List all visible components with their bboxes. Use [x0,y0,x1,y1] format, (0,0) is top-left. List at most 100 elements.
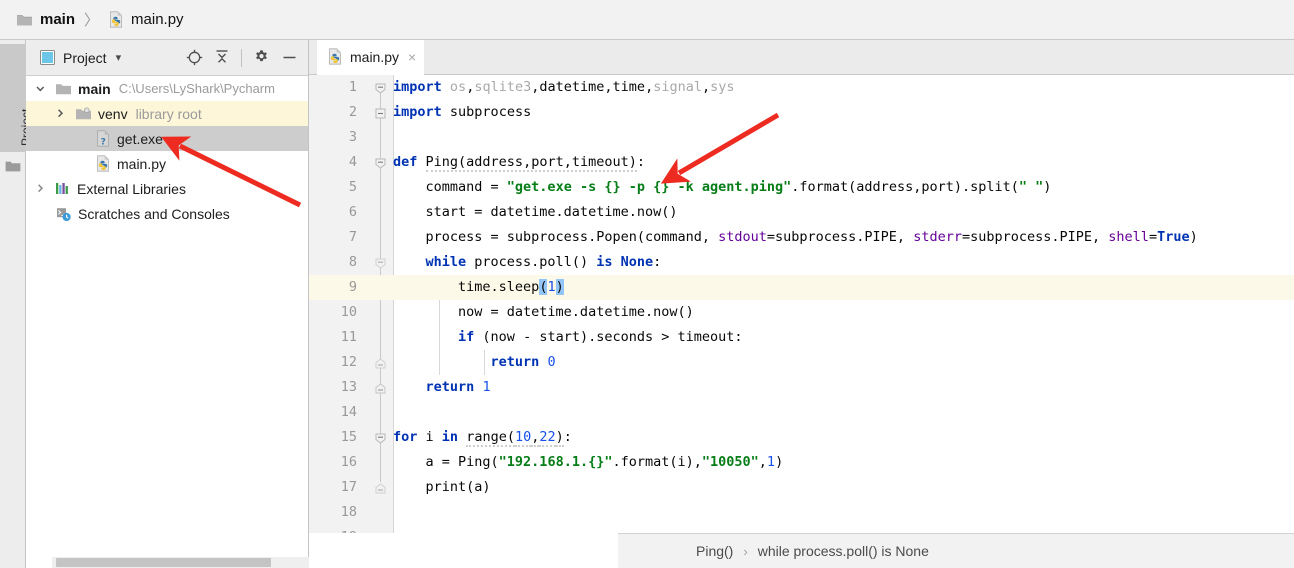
breadcrumb-item-project[interactable]: main [16,11,75,28]
line-text: return 1 [425,379,491,395]
line-number: 15 [340,429,357,445]
code-line[interactable]: 11 if (now - start).seconds > timeout: [309,325,1294,350]
code-line[interactable]: 15 for i in range(10,22): [309,425,1294,450]
code-line[interactable]: 8 while process.poll() is None: [309,250,1294,275]
line-number: 5 [348,179,357,195]
tree-item-label-main: main [78,80,111,97]
code-line[interactable]: 4 def Ping(address,port,timeout): [309,150,1294,175]
tree-item-get-exe[interactable]: ? get.exe [26,126,308,151]
tree-item-venv[interactable]: venv library root [26,101,308,126]
line-text: now = datetime.datetime.now() [393,304,694,320]
tree-item-label-external-libraries: External Libraries [77,180,186,197]
line-text: return 0 [490,354,556,370]
tree-item-main-py[interactable]: main.py [26,151,308,176]
locate-target-icon[interactable] [186,49,203,67]
gear-icon[interactable] [253,49,270,67]
tree-item-suffix-venv: library root [135,105,202,122]
python-file-icon [108,11,124,28]
code-line[interactable]: 6 start = datetime.datetime.now() [309,200,1294,225]
code-line[interactable]: 17 print(a) [309,475,1294,500]
code-line-caret[interactable]: 9 time.sleep(1) [309,275,1294,300]
tool-window-button-project[interactable]: 1:Project [0,44,121,152]
top-breadcrumb-bar: main 〉 main.py [0,0,1294,40]
folder-icon [55,82,72,96]
line-text: print(a) [393,479,491,495]
line-number: 1 [348,79,357,95]
line-text: start = datetime.datetime.now() [393,204,678,220]
chevron-down-icon[interactable]: ▾ [116,51,122,64]
line-number: 8 [348,254,357,270]
code-line[interactable]: 3 [309,125,1294,150]
project-view-icon [40,50,55,65]
close-icon[interactable]: × [408,50,416,64]
editor-tab-main-py[interactable]: main.py × [317,40,425,75]
editor-structure-breadcrumb: Ping() › while process.poll() is None [618,533,1294,568]
scratches-icon [55,206,72,222]
tree-item-label-main-py: main.py [117,155,167,172]
line-number: 6 [348,204,357,220]
code-line[interactable]: 16 a = Ping("192.168.1.{}".format(i),"10… [309,450,1294,475]
line-number: 4 [348,154,357,170]
project-panel-title: Project [63,49,107,66]
code-line[interactable]: 1 import os,sqlite3,datetime,time,signal… [309,75,1294,100]
line-number: 10 [340,304,357,320]
line-text: command = "get.exe -s {} -p {} -k agent.… [393,179,1052,195]
line-text: if (now - start).seconds > timeout: [458,329,743,345]
line-number: 16 [340,454,357,470]
line-number: 19 [309,525,357,533]
breadcrumb-label-mainpy: main.py [131,11,184,28]
breadcrumb-label-main: main [40,11,76,28]
code-line[interactable]: 18 [309,500,1294,525]
tree-item-label-venv: venv [98,105,128,122]
breadcrumb-ping-function[interactable]: Ping() [696,543,733,559]
breadcrumb-while-block[interactable]: while process.poll() is None [758,543,929,559]
line-number: 7 [348,229,357,245]
chevron-right-icon[interactable] [34,182,47,195]
line-text: process = subprocess.Popen(command, stdo… [393,229,1198,245]
tree-item-main[interactable]: main C:\Users\LyShark\Pycharm [26,76,308,101]
line-number: 9 [348,279,357,295]
code-line[interactable]: 12 return 0 [309,350,1294,375]
folder-icon[interactable] [5,158,21,176]
line-text: time.sleep(1) [393,279,564,295]
library-icon [55,181,71,196]
code-line[interactable]: 2 import subprocess [309,100,1294,125]
line-text: import os,sqlite3,datetime,time,signal,s… [393,79,735,95]
tree-item-label-get-exe: get.exe [117,130,163,147]
project-panel-hscrollbar[interactable] [56,558,271,567]
project-panel-header: Project ▾ [26,40,308,76]
editor-area: main.py × 1 import os,sqlite3,datetime,t… [309,40,1294,568]
line-text: for i in range(10,22): [393,429,572,447]
pycharm-window: main 〉 main.py 1:Project [0,0,1294,568]
code-line[interactable]: 13 return 1 [309,375,1294,400]
tree-item-external-libraries[interactable]: External Libraries [26,176,308,201]
line-text: a = Ping("192.168.1.{}".format(i),"10050… [393,454,784,470]
code-line[interactable]: 7 process = subprocess.Popen(command, st… [309,225,1294,250]
project-tree[interactable]: main C:\Users\LyShark\Pycharm venv libra… [26,76,308,556]
chevron-down-icon[interactable] [34,82,47,95]
code-line[interactable]: 10 now = datetime.datetime.now() [309,300,1294,325]
folder-icon [16,13,33,27]
code-line[interactable]: 5 command = "get.exe -s {} -p {} -k agen… [309,175,1294,200]
code-line[interactable]: 14 [309,400,1294,425]
collapse-all-icon[interactable] [214,49,230,67]
line-number: 2 [348,104,357,120]
left-tool-strip: 1:Project [0,40,121,568]
breadcrumb-item-file[interactable]: main.py [108,11,184,28]
python-file-icon [95,155,111,172]
editor-tab-label: main.py [350,48,400,65]
tree-item-scratches-and-consoles[interactable]: Scratches and Consoles [26,201,308,226]
breadcrumb-separator: › [743,543,748,559]
line-number: 18 [340,504,357,520]
project-tool-window: Project ▾ main C:\Users\LyShark\Pycharm … [26,40,335,568]
code-editor[interactable]: 1 import os,sqlite3,datetime,time,signal… [309,75,1294,533]
chevron-right-icon[interactable] [54,107,67,120]
minimize-icon[interactable] [281,49,298,67]
tree-item-path-main: C:\Users\LyShark\Pycharm [118,81,275,96]
breadcrumb-separator: 〉 [84,12,100,29]
folder-excluded-icon [75,106,92,121]
svg-text:?: ? [101,138,106,147]
code-line[interactable]: 19 [309,525,1294,533]
